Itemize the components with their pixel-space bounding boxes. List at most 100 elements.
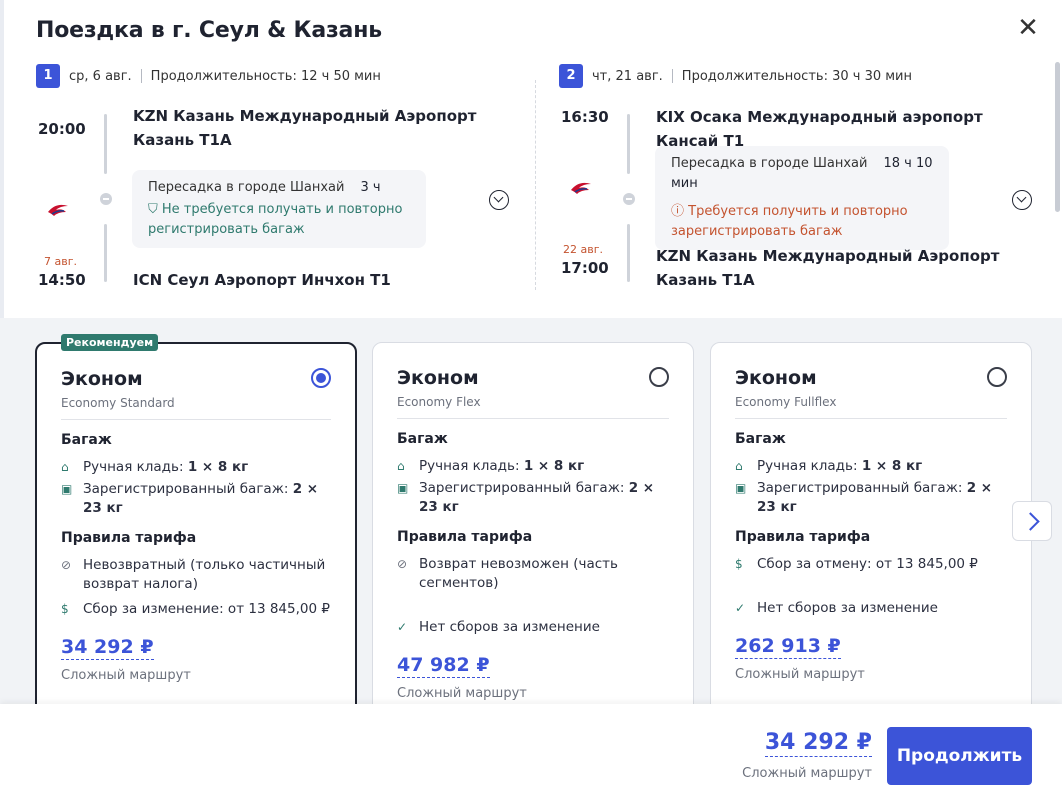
carry-on-row: ⌂ Ручная кладь: 1 × 8 кг (61, 458, 331, 477)
segment-number: 2 (559, 64, 583, 88)
baggage-note: ⓘ Требуется получить и повторно зарегист… (671, 202, 933, 242)
segment-header: 1 ср, 6 авг. Продолжительность: 12 ч 50 … (36, 62, 516, 90)
check-circle-icon: ✓ (397, 620, 408, 634)
fare-price-note: Сложный маршрут (735, 667, 865, 682)
carry-on-value: 1 × 8 кг (187, 459, 249, 475)
rule-row: $ Сбор за отмену: от 13 845,00 ₽ (735, 555, 1007, 574)
fare-name: Эконом (397, 367, 479, 389)
segment-date: чт, 21 авг. (592, 68, 663, 84)
departure-time: 16:30 (561, 108, 609, 126)
baggage-title: Багаж (61, 432, 112, 448)
china-eastern-logo (48, 204, 68, 216)
chevron-right-icon[interactable] (1012, 501, 1052, 541)
rule-text: Нет сборов за изменение (419, 619, 600, 635)
fare-radio[interactable] (987, 367, 1007, 387)
baggage-note-text: Не требуется получать и повторно (161, 202, 403, 217)
arrival-airport-terminal: Казань T1A (656, 271, 755, 289)
carry-on-label: Ручная кладь: (83, 459, 184, 475)
timeline-line (104, 114, 107, 174)
rule-text: Возврат невозможен (часть сегментов) (419, 556, 618, 591)
fare-card-standard[interactable]: Рекомендуем Эконом Economy Standard Бага… (35, 334, 357, 722)
segment-header: 2 чт, 21 авг. Продолжительность: 30 ч 30… (559, 62, 1039, 90)
fare-price[interactable]: 262 913 ₽ (735, 635, 841, 659)
checked-bag-row: ▣ Зарегистрированный багаж: 2 × 23 кг (61, 480, 331, 518)
baggage-title: Багаж (735, 431, 786, 447)
shield-check-icon: ⛉ (148, 202, 158, 217)
fare-radio[interactable] (649, 367, 669, 387)
total-price-note: Сложный маршрут (742, 766, 872, 781)
divider (671, 69, 673, 83)
baggage-note-text: регистрировать багаж (148, 222, 305, 237)
fare-price-note: Сложный маршрут (397, 686, 527, 701)
segment-1: 1 ср, 6 авг. Продолжительность: 12 ч 50 … (36, 62, 516, 302)
divider (140, 69, 142, 83)
segment-divider (535, 80, 536, 290)
fare-price[interactable]: 34 292 ₽ (61, 636, 154, 660)
baggage-note: ⛉ Не требуется получать и повторно регис… (148, 200, 410, 240)
segment-number: 1 (36, 64, 60, 88)
rule-row: ⊘ Невозвратный (только частичный возврат … (61, 556, 331, 594)
scrollbar[interactable] (1055, 62, 1060, 212)
divider (397, 418, 669, 419)
continue-button[interactable]: Продолжить (887, 727, 1032, 785)
fare-price-note: Сложный маршрут (61, 668, 191, 683)
rule-row: ⊘ Возврат невозможен (часть сегментов) (397, 555, 669, 593)
rules-title: Правила тарифа (397, 529, 533, 545)
segment-date: ср, 6 авг. (69, 68, 132, 84)
timeline-dot (623, 193, 635, 205)
fare-price[interactable]: 47 982 ₽ (397, 654, 490, 678)
fare-radio[interactable] (311, 368, 331, 388)
rule-row: ✓ Нет сборов за изменение (397, 618, 669, 637)
modal-title: Поездка в г. Сеул & Казань (36, 18, 382, 43)
divider (735, 418, 1007, 419)
arrival-date: 22 авг. (563, 243, 603, 256)
chevron-down-circle-icon[interactable] (489, 190, 509, 210)
no-refund-icon: ⊘ (397, 557, 408, 571)
fee-coin-icon: $ (735, 557, 743, 571)
checked-bag-row: ▣ Зарегистрированный багаж: 2 × 23 кг (397, 479, 669, 517)
carry-on-row: ⌂ Ручная кладь: 1 × 8 кг (397, 457, 669, 476)
carry-on-row: ⌂ Ручная кладь: 1 × 8 кг (735, 457, 1007, 476)
rule-text: Сбор за изменение: от 13 845,00 ₽ (83, 601, 330, 617)
rule-text: Нет сборов за изменение (757, 600, 938, 616)
departure-airport-name: KZN Казань Международный Аэропорт (133, 107, 477, 125)
checked-bag-label: Зарегистрированный багаж: (419, 480, 625, 496)
arrival-airport-name: KZN Казань Международный Аэропорт (656, 247, 1000, 265)
rule-text: Сбор за отмену: от 13 845,00 ₽ (757, 556, 978, 572)
fee-coin-icon: $ (61, 602, 69, 616)
transfer-duration: 3 ч (360, 180, 381, 195)
divider (61, 419, 331, 420)
transfer-info: Пересадка в городе Шанхай 3 ч ⛉ Не требуе… (132, 170, 426, 248)
arrival-time: 17:00 (561, 259, 609, 277)
fare-name: Эконом (61, 368, 143, 390)
checked-bag-label: Зарегистрированный багаж: (83, 481, 289, 497)
departure-airport-terminal: Казань T1A (133, 131, 232, 149)
baggage-note-text: Требуется получить и повторно (688, 204, 908, 219)
fare-name: Эконом (735, 367, 817, 389)
departure-airport: KZN Казань Международный Аэропорт Казань… (133, 104, 476, 152)
arrival-date: 7 авг. (44, 255, 77, 268)
segment-duration: Продолжительность: 12 ч 50 мин (150, 68, 381, 84)
fare-modal: Поездка в г. Сеул & Казань ✕ 1 ср, 6 авг… (0, 0, 1062, 796)
footer-bar: 34 292 ₽ Сложный маршрут Продолжить (0, 704, 1062, 796)
carry-on-bag-icon: ⌂ (735, 459, 743, 473)
checked-bag-label: Зарегистрированный багаж: (757, 480, 963, 496)
fare-card-flex[interactable]: Эконом Economy Flex Багаж ⌂ Ручная кладь:… (372, 342, 694, 722)
segment-2: 2 чт, 21 авг. Продолжительность: 30 ч 30… (559, 62, 1039, 302)
timeline-line (104, 224, 107, 282)
no-refund-icon: ⊘ (61, 558, 72, 572)
checked-bag-icon: ▣ (735, 481, 747, 495)
transfer-city: Пересадка в городе Шанхай (148, 180, 345, 195)
chevron-down-circle-icon[interactable] (1012, 190, 1032, 210)
fare-subtitle: Economy Fullflex (735, 395, 837, 409)
checked-bag-icon: ▣ (61, 482, 73, 496)
departure-time: 20:00 (38, 120, 86, 138)
recommended-badge: Рекомендуем (61, 334, 159, 351)
china-eastern-logo (571, 182, 591, 194)
baggage-title: Багаж (397, 431, 448, 447)
total-price[interactable]: 34 292 ₽ (764, 730, 872, 757)
close-icon[interactable]: ✕ (1014, 14, 1042, 42)
timeline-dot (100, 193, 112, 205)
checked-bag-icon: ▣ (397, 481, 409, 495)
fare-card-fullflex[interactable]: Эконом Economy Fullflex Багаж ⌂ Ручная кл… (710, 342, 1032, 722)
